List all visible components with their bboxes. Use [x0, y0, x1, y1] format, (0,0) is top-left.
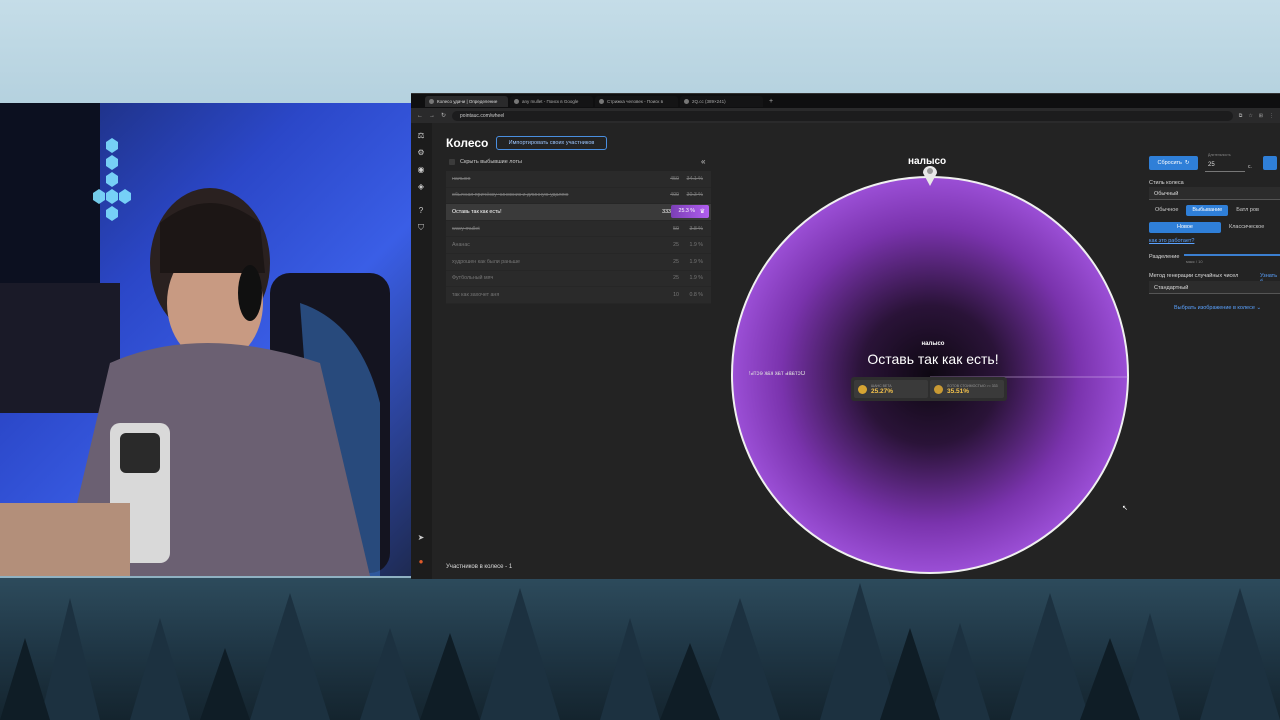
rng-label: Метод генерации случайных чисел: [1149, 273, 1239, 279]
rng-select[interactable]: Стандартный: [1149, 281, 1280, 294]
duration-input[interactable]: 25: [1205, 158, 1245, 172]
list-item[interactable]: wavy mullet 50 3.8 %: [446, 220, 711, 238]
duration-label: Длительность: [1208, 153, 1231, 157]
list-item[interactable]: Футбольный мяч 25 1.9 %: [446, 270, 711, 288]
choose-image-link[interactable]: Выбрать изображение в колесе ⌄: [1174, 305, 1261, 311]
hide-dropped-toggle[interactable]: Скрыть выбывшие лоты: [449, 159, 522, 165]
bookmark-star-icon[interactable]: ☆: [1248, 113, 1252, 119]
grid-icon[interactable]: [1263, 156, 1277, 170]
mode-tabs: Обычное Выбывание Батл ров: [1149, 205, 1265, 216]
list-item[interactable]: налысо 450 34.1 %: [446, 171, 711, 188]
tab-elimination[interactable]: Выбывание: [1186, 205, 1229, 216]
list-item[interactable]: так как захочет аня 10 0.8 %: [446, 287, 711, 304]
wheel-icon[interactable]: ◉: [416, 165, 426, 175]
telegram-icon[interactable]: ➤: [416, 533, 426, 543]
import-participants-button[interactable]: Импортировать своих участников: [496, 136, 607, 150]
shield-icon[interactable]: ⛉: [416, 223, 426, 233]
tab-new[interactable]: Новое: [1149, 222, 1221, 233]
wheel-app: ⚖ ⚙ ◉ ◈ ? ⛉ ➤ ● Колесо Импортировать сво…: [411, 123, 1280, 579]
help-icon[interactable]: ?: [416, 206, 426, 216]
tab-image[interactable]: 2Q.cc (389×241): [680, 95, 763, 107]
lots-list: налысо 450 34.1 % обычная причёску чиновни…: [446, 171, 711, 304]
winner-stats: ШАНС ВЕТА 25.27% ЛОТОВ СТОИМОСТЬЮ >= 333 3…: [851, 377, 1007, 401]
donate-icon[interactable]: ●: [416, 557, 426, 567]
list-item[interactable]: обычная причёску чиновник и длинную удал…: [446, 187, 711, 205]
checkbox[interactable]: [449, 159, 455, 165]
mirrored-segment-label: Оставь так как есть!: [749, 371, 806, 377]
tab-normal[interactable]: Обычное: [1149, 205, 1184, 216]
refresh-icon: ↻: [1184, 160, 1190, 166]
trophy-icon: ♛: [699, 209, 705, 216]
how-it-works-link[interactable]: как это работает?: [1149, 238, 1194, 244]
extensions-icon[interactable]: ⊞: [1259, 113, 1263, 119]
wheel-style-label: Стиль колеса: [1149, 180, 1184, 186]
google-icon: [514, 98, 519, 104]
google-icon: [599, 98, 604, 104]
center-small-label: налысо: [921, 341, 945, 347]
reset-button[interactable]: Сбросить ↻: [1149, 156, 1198, 170]
app-sidebar: ⚖ ⚙ ◉ ◈ ? ⛉ ➤ ●: [411, 123, 432, 579]
coin-icon: [858, 384, 867, 394]
translate-icon[interactable]: ⧉: [1239, 113, 1243, 119]
chance-stat: ШАНС ВЕТА 25.27%: [854, 380, 928, 398]
reload-icon[interactable]: ↻: [441, 112, 446, 119]
variant-tabs: Новое Классическое: [1149, 222, 1270, 233]
menu-icon[interactable]: ⋮: [1269, 113, 1274, 119]
pointer-label: налысо: [908, 156, 947, 167]
webcam-feed: [0, 103, 411, 576]
forest-background: [0, 578, 1280, 720]
new-tab-button[interactable]: +: [765, 98, 777, 105]
gear-icon[interactable]: ⚙: [416, 148, 426, 158]
tab-strip: Колесо удачи | Определение any mullet - …: [411, 94, 1280, 108]
tab-google-mullet[interactable]: any mullet - Поиск в Google: [510, 95, 593, 107]
tab-wheel[interactable]: Колесо удачи | Определение: [425, 95, 508, 107]
auction-icon[interactable]: ⚖: [416, 131, 426, 141]
address-input[interactable]: pointauc.com/wheel: [452, 110, 1233, 121]
mouse-cursor-icon: ↖: [1122, 505, 1128, 512]
back-icon[interactable]: ←: [417, 113, 423, 119]
winner-label: Оставь так как есть!: [867, 351, 999, 367]
tab-google-haircut[interactable]: Стрижка человек - Поиск в: [595, 95, 678, 107]
list-item[interactable]: худрошен как были раньше 25 1.9 %: [446, 253, 711, 271]
list-item-active[interactable]: Оставь так как есть! 333 25.3 % ♛: [446, 204, 711, 221]
split-hint: макс / 10: [1186, 259, 1203, 264]
chevron-down-icon: ⌄: [1256, 305, 1262, 311]
lots-cost-stat: ЛОТОВ СТОИМОСТЬЮ >= 333 35.51%: [930, 380, 1004, 398]
tab-classic[interactable]: Классическое: [1223, 222, 1270, 233]
url-bar: ← → ↻ pointauc.com/wheel ⧉ ☆ ⊞ ⋮: [411, 108, 1280, 123]
split-label: Разделение: [1149, 254, 1180, 260]
participants-count: Участников в колесе - 1: [446, 564, 513, 570]
tab-battle[interactable]: Батл ров: [1230, 205, 1265, 216]
forward-icon[interactable]: →: [429, 113, 435, 119]
wheel-style-select[interactable]: Обычный: [1149, 187, 1280, 200]
winner-display: налысо Оставь так как есть!: [853, 341, 1013, 367]
coins-icon: [934, 384, 943, 394]
duration-unit: с.: [1248, 164, 1252, 170]
collapse-icon[interactable]: «: [701, 157, 705, 166]
favicon-icon: [684, 98, 689, 104]
split-slider[interactable]: [1184, 254, 1280, 256]
page-title: Колесо: [446, 136, 489, 150]
browser-window: Колесо удачи | Определение any mullet - …: [411, 93, 1280, 579]
layers-icon[interactable]: ◈: [416, 182, 426, 192]
settings-panel: Сбросить ↻ Длительность 25 с. Стиль колес…: [1148, 123, 1280, 579]
list-item[interactable]: Ананас 25 1.9 %: [446, 237, 711, 254]
favicon-icon: [429, 98, 434, 104]
